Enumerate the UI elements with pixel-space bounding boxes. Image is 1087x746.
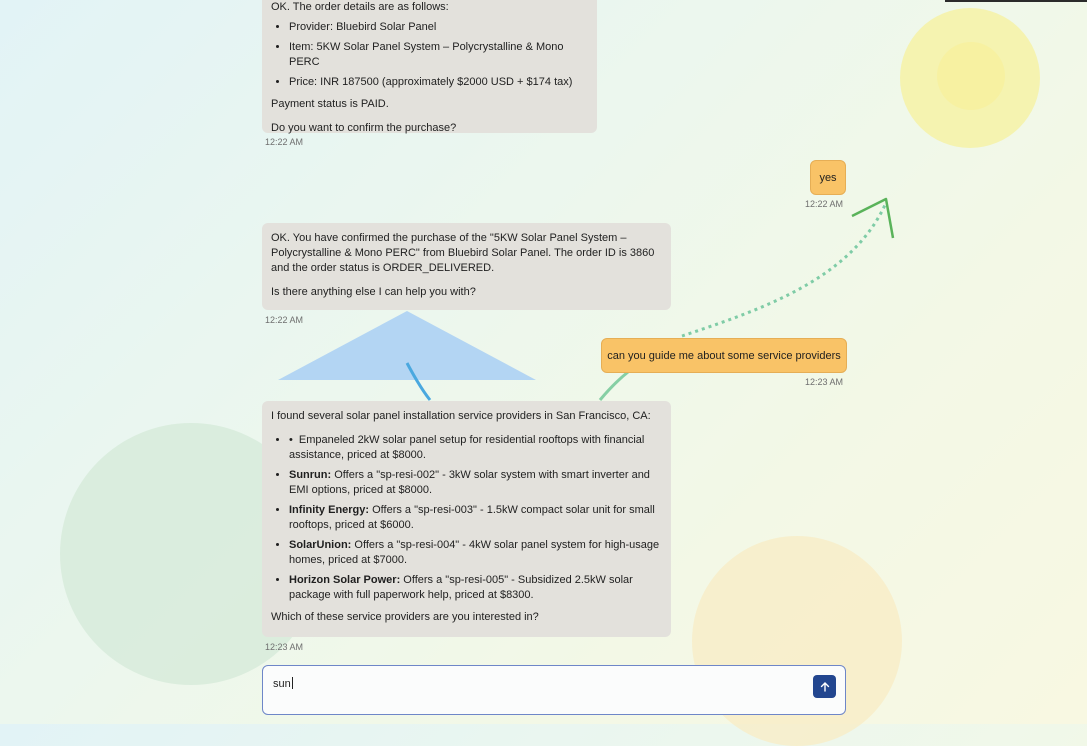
dotted-arrow-path [681, 204, 887, 338]
bullet-marker: • [289, 434, 293, 446]
bot-question-text: Is there anything else I can help you wi… [271, 286, 476, 298]
order-details-list: Provider: Bluebird Solar Panel Item: 5KW… [271, 20, 588, 90]
user-message-yes: yes [810, 160, 846, 195]
bot-message-confirmation: OK. You have confirmed the purchase of t… [262, 223, 671, 310]
provider-item: •Empaneled 2kW solar panel setup for res… [289, 433, 662, 463]
user-message-text: can you guide me about some service prov… [607, 349, 841, 362]
list-item: Provider: Bluebird Solar Panel [289, 20, 588, 35]
provider-item: Horizon Solar Power: Offers a "sp-resi-0… [289, 573, 662, 603]
provider-name: Horizon Solar Power: [289, 574, 401, 586]
user-message-service-providers: can you guide me about some service prov… [601, 338, 847, 373]
provider-name: SolarUnion: [289, 539, 352, 551]
bot-message-order-details: OK. The order details are as follows: Pr… [262, 0, 597, 134]
send-button[interactable] [813, 675, 836, 698]
green-curve [598, 370, 629, 401]
message-timestamp: 12:23 AM [805, 377, 844, 387]
message-input-value-wrap: sun [273, 677, 293, 690]
blue-curve [405, 362, 432, 401]
bot-message-text: OK. You have confirmed the purchase of t… [271, 232, 655, 274]
message-timestamp: 12:22 AM [805, 199, 844, 209]
bot-message-text: OK. The order details are as follows: [271, 1, 449, 13]
provider-item: SolarUnion: Offers a "sp-resi-004" - 4kW… [289, 538, 662, 568]
message-timestamp: 12:22 AM [265, 137, 304, 147]
list-item: Price: INR 187500 (approximately $2000 U… [289, 75, 588, 90]
bot-message-providers: I found several solar panel installation… [262, 401, 671, 637]
provider-item: Infinity Energy: Offers a "sp-resi-003" … [289, 503, 662, 533]
provider-description: Offers a "sp-resi-002" - 3kW solar syste… [289, 469, 650, 496]
arrow-up-icon [820, 681, 829, 692]
list-item: Item: 5KW Solar Panel System – Polycryst… [289, 40, 588, 70]
provider-description: Empaneled 2kW solar panel setup for resi… [289, 434, 645, 461]
provider-name: Infinity Energy: [289, 504, 370, 516]
user-message-text: yes [819, 171, 837, 184]
message-input-value: sun [273, 678, 291, 690]
provider-name: Sunrun: [289, 469, 332, 481]
text-caret [291, 677, 293, 689]
provider-item: Sunrun: Offers a "sp-resi-002" - 3kW sol… [289, 468, 662, 498]
bot-message-text: I found several solar panel installation… [271, 410, 651, 422]
arrow-head [851, 197, 895, 239]
message-timestamp: 12:23 AM [265, 642, 304, 652]
providers-list: •Empaneled 2kW solar panel setup for res… [271, 433, 662, 603]
message-timestamp: 12:22 AM [265, 315, 304, 325]
bot-question-text: Which of these service providers are you… [271, 611, 539, 623]
payment-status-text: Payment status is PAID. [271, 98, 389, 110]
bot-question-text: Do you want to confirm the purchase? [271, 122, 457, 134]
message-input[interactable]: sun [262, 665, 846, 715]
